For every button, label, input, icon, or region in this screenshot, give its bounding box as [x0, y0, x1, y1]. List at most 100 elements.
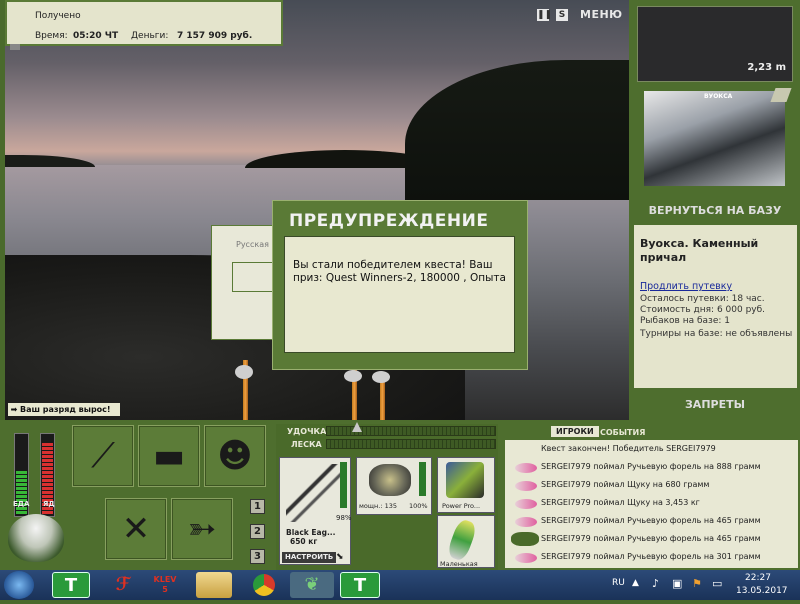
taskbar-fishing-icon[interactable]: ℱ: [104, 572, 142, 598]
tournaments-info: Турниры на базе: не объявлены: [640, 329, 793, 339]
taskbar-butterfly-icon[interactable]: ❦: [290, 572, 334, 598]
reel-3-icon: [372, 371, 390, 383]
reel-power: мощн.: 135: [359, 502, 397, 510]
clock-date[interactable]: 13.05.2017: [736, 586, 788, 596]
fisherman-icon: ☻: [217, 436, 253, 476]
slot-1-button[interactable]: 1: [250, 499, 265, 514]
tension-marker-icon: [352, 422, 362, 432]
rod-slot[interactable]: Black Eag... 650 кг 98% НАСТРОИТЬ ⬊: [279, 457, 352, 565]
tray-arrow-icon[interactable]: ▲: [632, 578, 639, 588]
day-cost: Стоимость дня: 6 000 руб.: [640, 305, 766, 315]
received-label: Получено: [35, 11, 81, 21]
menu-button[interactable]: МЕНЮ: [580, 8, 623, 21]
setup-arrow-icon: ⬊: [336, 552, 344, 562]
event-line: SERGEI7979 поймал Ручьевую форель на 301…: [541, 552, 761, 561]
slot-3-button[interactable]: 3: [250, 549, 265, 564]
background-window: Русская: [211, 225, 276, 340]
trout-icon: [515, 517, 537, 527]
reel-percent: 100%: [409, 502, 428, 510]
trout-icon: [515, 463, 537, 473]
taskbar-klev-icon[interactable]: KLEV 5: [146, 572, 184, 598]
background-window-label: Русская: [236, 240, 269, 249]
setup-button[interactable]: НАСТРОИТЬ: [282, 552, 337, 563]
taskbar-app-t-icon[interactable]: T: [52, 572, 90, 598]
forest-shore: [405, 60, 629, 200]
dialog-message: Вы стали победителем квеста! Ваш приз: Q…: [284, 236, 515, 353]
map-title: ВУОКСА: [704, 93, 733, 100]
klev-number: 5: [162, 585, 168, 594]
rod-image-icon: [286, 464, 340, 522]
food-level-fill: [16, 471, 27, 515]
money-label: Деньги:: [131, 31, 169, 41]
money-value: 7 157 909 руб.: [177, 31, 253, 41]
rod-name: Black Eag...: [286, 528, 336, 537]
bans-button[interactable]: ЗАПРЕТЫ: [632, 398, 798, 412]
time-value: 05:20 ЧТ: [73, 31, 119, 41]
rod-bar-label: УДОЧКА: [287, 427, 327, 436]
tray-volume-icon[interactable]: ♪: [652, 577, 659, 590]
lure-name: Маленькая: [440, 560, 478, 568]
slot-2-button[interactable]: 2: [250, 524, 265, 539]
reel-slot[interactable]: мощн.: 135 100%: [356, 457, 432, 515]
food-tile[interactable]: ✕: [105, 498, 167, 560]
tray-flag-icon[interactable]: ⚑: [692, 577, 702, 590]
start-button[interactable]: [4, 571, 34, 599]
tacklebox-tile[interactable]: ▬: [138, 425, 200, 487]
clock-time[interactable]: 22:27: [745, 573, 771, 583]
food-pot-icon[interactable]: [8, 514, 64, 562]
klev-label: KLEV: [153, 575, 177, 584]
tray-network-icon[interactable]: ▣: [672, 577, 682, 590]
line-spool-icon: [446, 462, 484, 498]
fishing-rod-icon: ⟋: [91, 436, 115, 476]
reel-2-icon: [344, 370, 362, 382]
trout-icon: [515, 553, 537, 563]
taskbar-app-t2-icon[interactable]: T: [340, 572, 380, 598]
location-map[interactable]: ВУОКСА: [644, 91, 785, 186]
collapse-arrow-icon[interactable]: [10, 44, 20, 50]
sonar-display: 2,23 m: [637, 6, 793, 82]
fisherman-tile[interactable]: ☻: [204, 425, 266, 487]
s-button[interactable]: S: [556, 9, 568, 21]
event-line: SERGEI7979 поймал Ручьевую форель на 465…: [541, 516, 761, 525]
lure-slot[interactable]: Маленькая: [437, 515, 495, 568]
trout-green-icon: [511, 532, 539, 546]
language-indicator[interactable]: RU: [612, 578, 625, 588]
rod-durability-bar: [340, 462, 347, 508]
lure-image-icon: [445, 517, 479, 563]
reel-image-icon: [369, 464, 411, 496]
poison-label: ЯД: [43, 500, 55, 508]
fishers-count: Рыбаков на базе: 1: [640, 316, 730, 326]
pike-icon: [515, 481, 537, 491]
arrow-right-icon: ➡: [10, 405, 18, 414]
tab-players[interactable]: ИГРОКИ: [551, 426, 599, 437]
remaining-time: Осталось путевки: 18 час.: [640, 294, 765, 304]
reel-durability-bar: [419, 462, 426, 496]
rod-percent: 98%: [336, 514, 352, 522]
line-slot[interactable]: Power Pro...: [437, 457, 495, 513]
event-line: SERGEI7979 поймал Ручьевую форель на 465…: [541, 534, 761, 543]
tab-events[interactable]: СОБЫТИЯ: [600, 428, 645, 437]
time-label: Время:: [35, 31, 68, 41]
fork-knife-icon: ✕: [121, 509, 151, 549]
extend-permit-link[interactable]: Продлить путевку: [640, 281, 732, 292]
status-panel: Получено Время: 05:20 ЧТ Деньги: 7 157 9…: [5, 0, 283, 46]
tackle-box-icon: ▬: [152, 436, 186, 476]
return-to-base-button[interactable]: ВЕРНУТЬСЯ НА БАЗУ: [632, 204, 798, 218]
base-info-panel: Вуокса. Каменный причал Продлить путевку…: [634, 225, 797, 388]
line-bar-label: ЛЕСКА: [291, 440, 322, 449]
rank-notice[interactable]: ➡ Ваш разряд вырос!: [8, 403, 120, 416]
depth-value: 2,23 m: [747, 62, 786, 73]
tray-power-icon[interactable]: ▭: [712, 577, 722, 590]
taskbar-explorer-icon[interactable]: [196, 572, 232, 598]
pike-icon: [515, 499, 537, 509]
event-line: SERGEI7979 поймал Щуку на 680 грамм: [541, 480, 710, 489]
distant-island: [5, 155, 95, 167]
dialog-title: ПРЕДУПРЕЖДЕНИЕ: [289, 211, 489, 231]
pause-icon[interactable]: ❚❚: [537, 9, 552, 21]
line-tension-bar: [326, 439, 496, 449]
event-line: SERGEI7979 поймал Ручьевую форель на 888…: [541, 462, 761, 471]
events-list[interactable]: Квест закончен! Победитель SERGEI7979 SE…: [505, 440, 798, 568]
taskbar-chrome-icon[interactable]: [246, 572, 282, 598]
rod-tile[interactable]: ⟋: [72, 425, 134, 487]
fish-tile[interactable]: ➳: [171, 498, 233, 560]
